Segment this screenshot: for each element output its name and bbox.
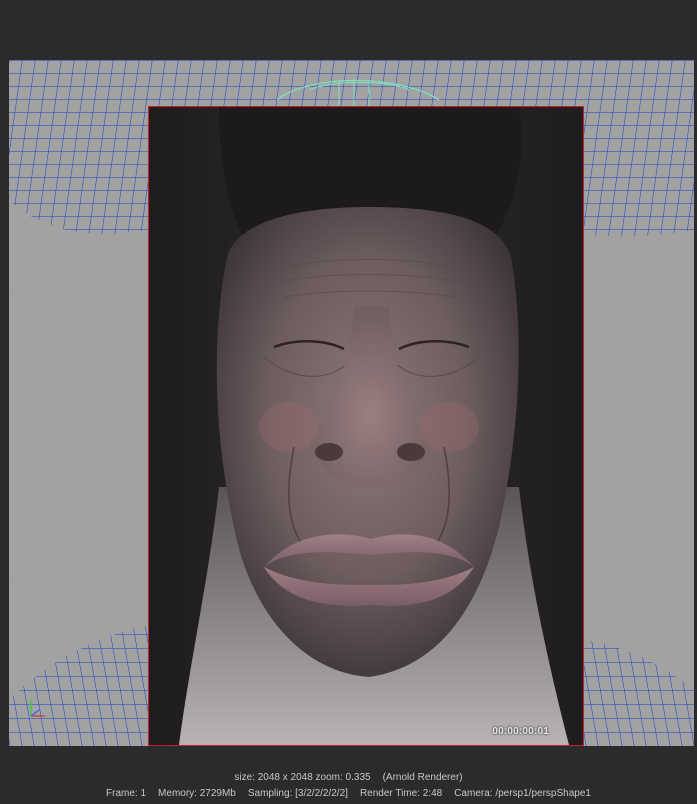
render-status-bar: size: 2048 x 2048 zoom: 0.335 (Arnold Ren… (0, 770, 697, 804)
memory-usage: Memory: 2729Mb (158, 788, 236, 799)
render-region[interactable]: 00:00:00:01 (148, 106, 584, 746)
rendered-face-image (149, 107, 583, 745)
render-stats-line: Frame: 1 Memory: 2729Mb Sampling: [3/2/2/2… (0, 786, 697, 802)
image-size-zoom: size: 2048 x 2048 zoom: 0.335 (234, 772, 371, 783)
renderer-name: (Arnold Renderer) (382, 772, 463, 783)
xyz-axis-icon (30, 700, 45, 717)
camera-name: Camera: /persp1/perspShape1 (454, 788, 591, 799)
sampling-settings: Sampling: [3/2/2/2/2/2] (247, 788, 348, 799)
render-info-line: size: 2048 x 2048 zoom: 0.335 (Arnold Ren… (0, 770, 697, 786)
render-timecode: 00:00:00:01 (492, 726, 549, 737)
render-viewport[interactable]: 00:00:00:01 (9, 60, 694, 746)
render-view-window: 00:00:00:01 size: 2048 x 2048 zoom: 0.33… (0, 0, 697, 804)
frame-number: Frame: 1 (106, 788, 147, 799)
render-time: Render Time: 2:48 (359, 788, 443, 799)
